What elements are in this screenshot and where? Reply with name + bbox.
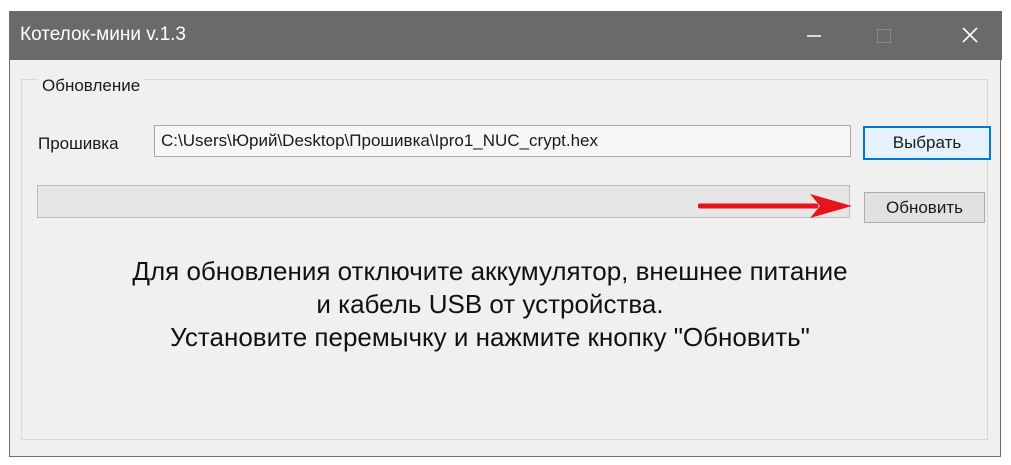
title-bar[interactable]: Котелок-мини v.1.3 — [10, 11, 1002, 60]
update-button[interactable]: Обновить — [864, 192, 985, 223]
close-icon[interactable] — [947, 11, 993, 60]
instructions-text: Для обновления отключите аккумулятор, вн… — [40, 255, 940, 354]
maximize-icon[interactable] — [860, 11, 906, 60]
select-file-button[interactable]: Выбрать — [863, 126, 991, 160]
firmware-label: Прошивка — [38, 134, 119, 153]
instructions-line-3: Установите перемычку и нажмите кнопку "О… — [170, 322, 810, 352]
instructions-line-2: и кабель USB от устройства. — [316, 289, 664, 319]
instructions-line-1: Для обновления отключите аккумулятор, вн… — [132, 256, 848, 286]
firmware-path-input[interactable] — [154, 125, 851, 157]
minimize-icon[interactable] — [790, 11, 836, 60]
groupbox-title: Обновление — [38, 76, 145, 96]
window-title: Котелок-мини v.1.3 — [20, 24, 186, 45]
arrow-right-icon — [697, 188, 858, 233]
